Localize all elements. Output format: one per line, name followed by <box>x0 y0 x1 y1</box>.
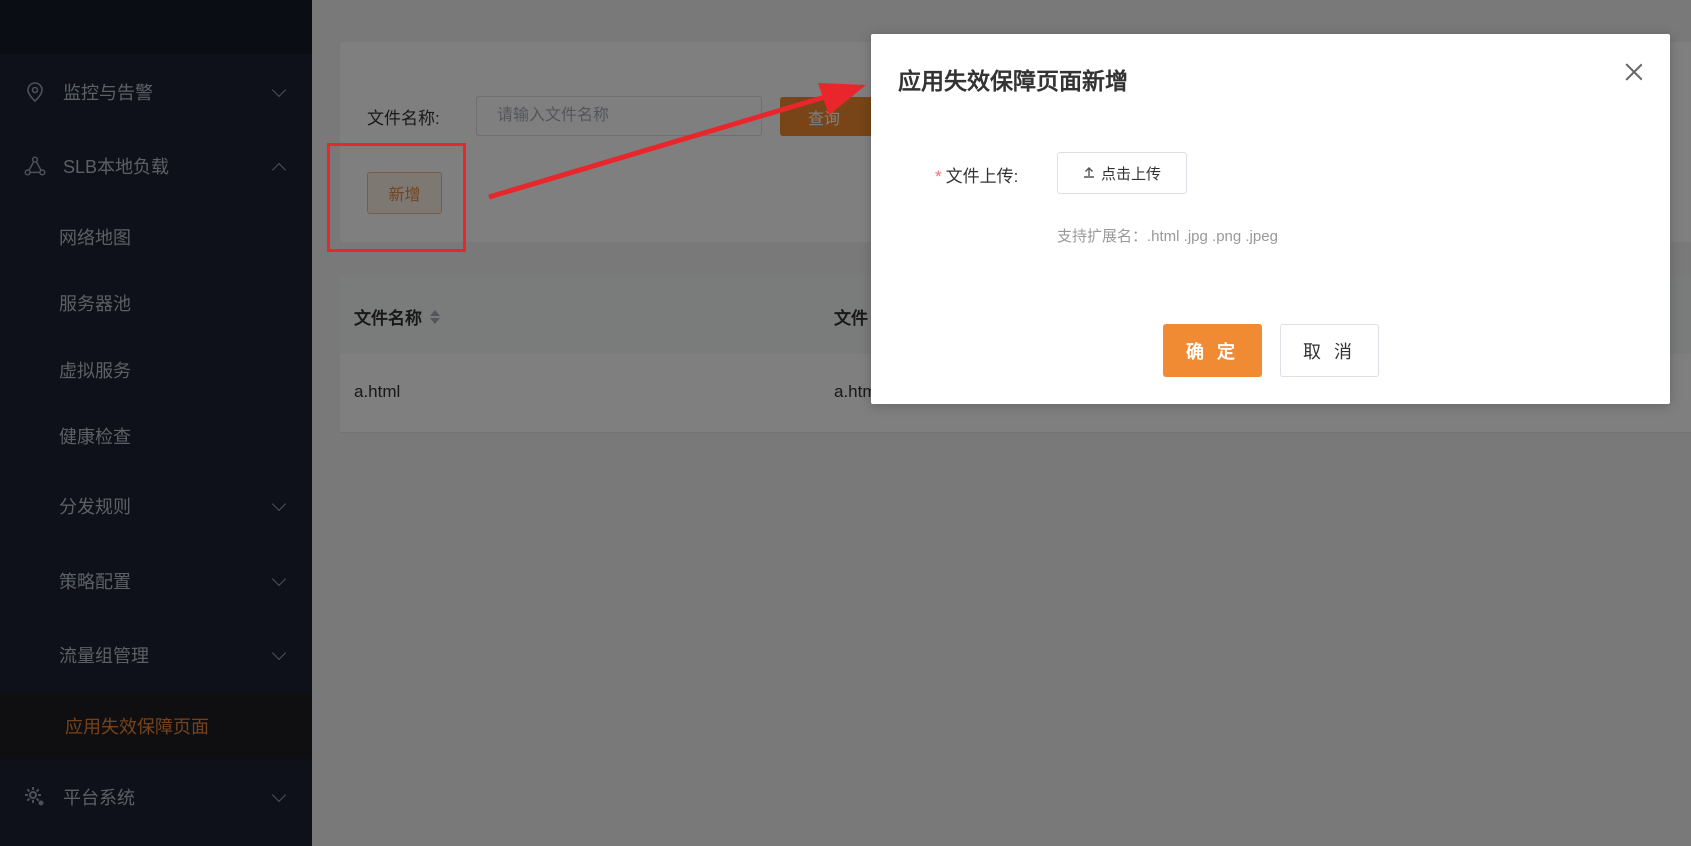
upload-icon <box>1083 165 1095 182</box>
file-upload-label-text: 文件上传: <box>945 167 1019 186</box>
add-failover-page-dialog: 应用失效保障页面新增 * 文件上传: 点击上传 支持扩展名：.html .jpg … <box>871 34 1670 404</box>
cancel-button[interactable]: 取 消 <box>1280 324 1379 377</box>
required-mark: * <box>935 167 942 186</box>
upload-hint: 支持扩展名：.html .jpg .png .jpeg <box>1057 228 1278 245</box>
file-upload-label: * 文件上传: <box>935 162 1018 187</box>
upload-button[interactable]: 点击上传 <box>1057 152 1187 194</box>
upload-button-label: 点击上传 <box>1100 165 1161 183</box>
confirm-button[interactable]: 确 定 <box>1163 324 1262 377</box>
annotation-highlight-box <box>327 143 466 252</box>
confirm-button-label: 确 定 <box>1185 341 1239 362</box>
close-icon[interactable] <box>1624 62 1644 82</box>
dialog-title: 应用失效保障页面新增 <box>898 68 1128 94</box>
cancel-button-label: 取 消 <box>1302 341 1356 362</box>
